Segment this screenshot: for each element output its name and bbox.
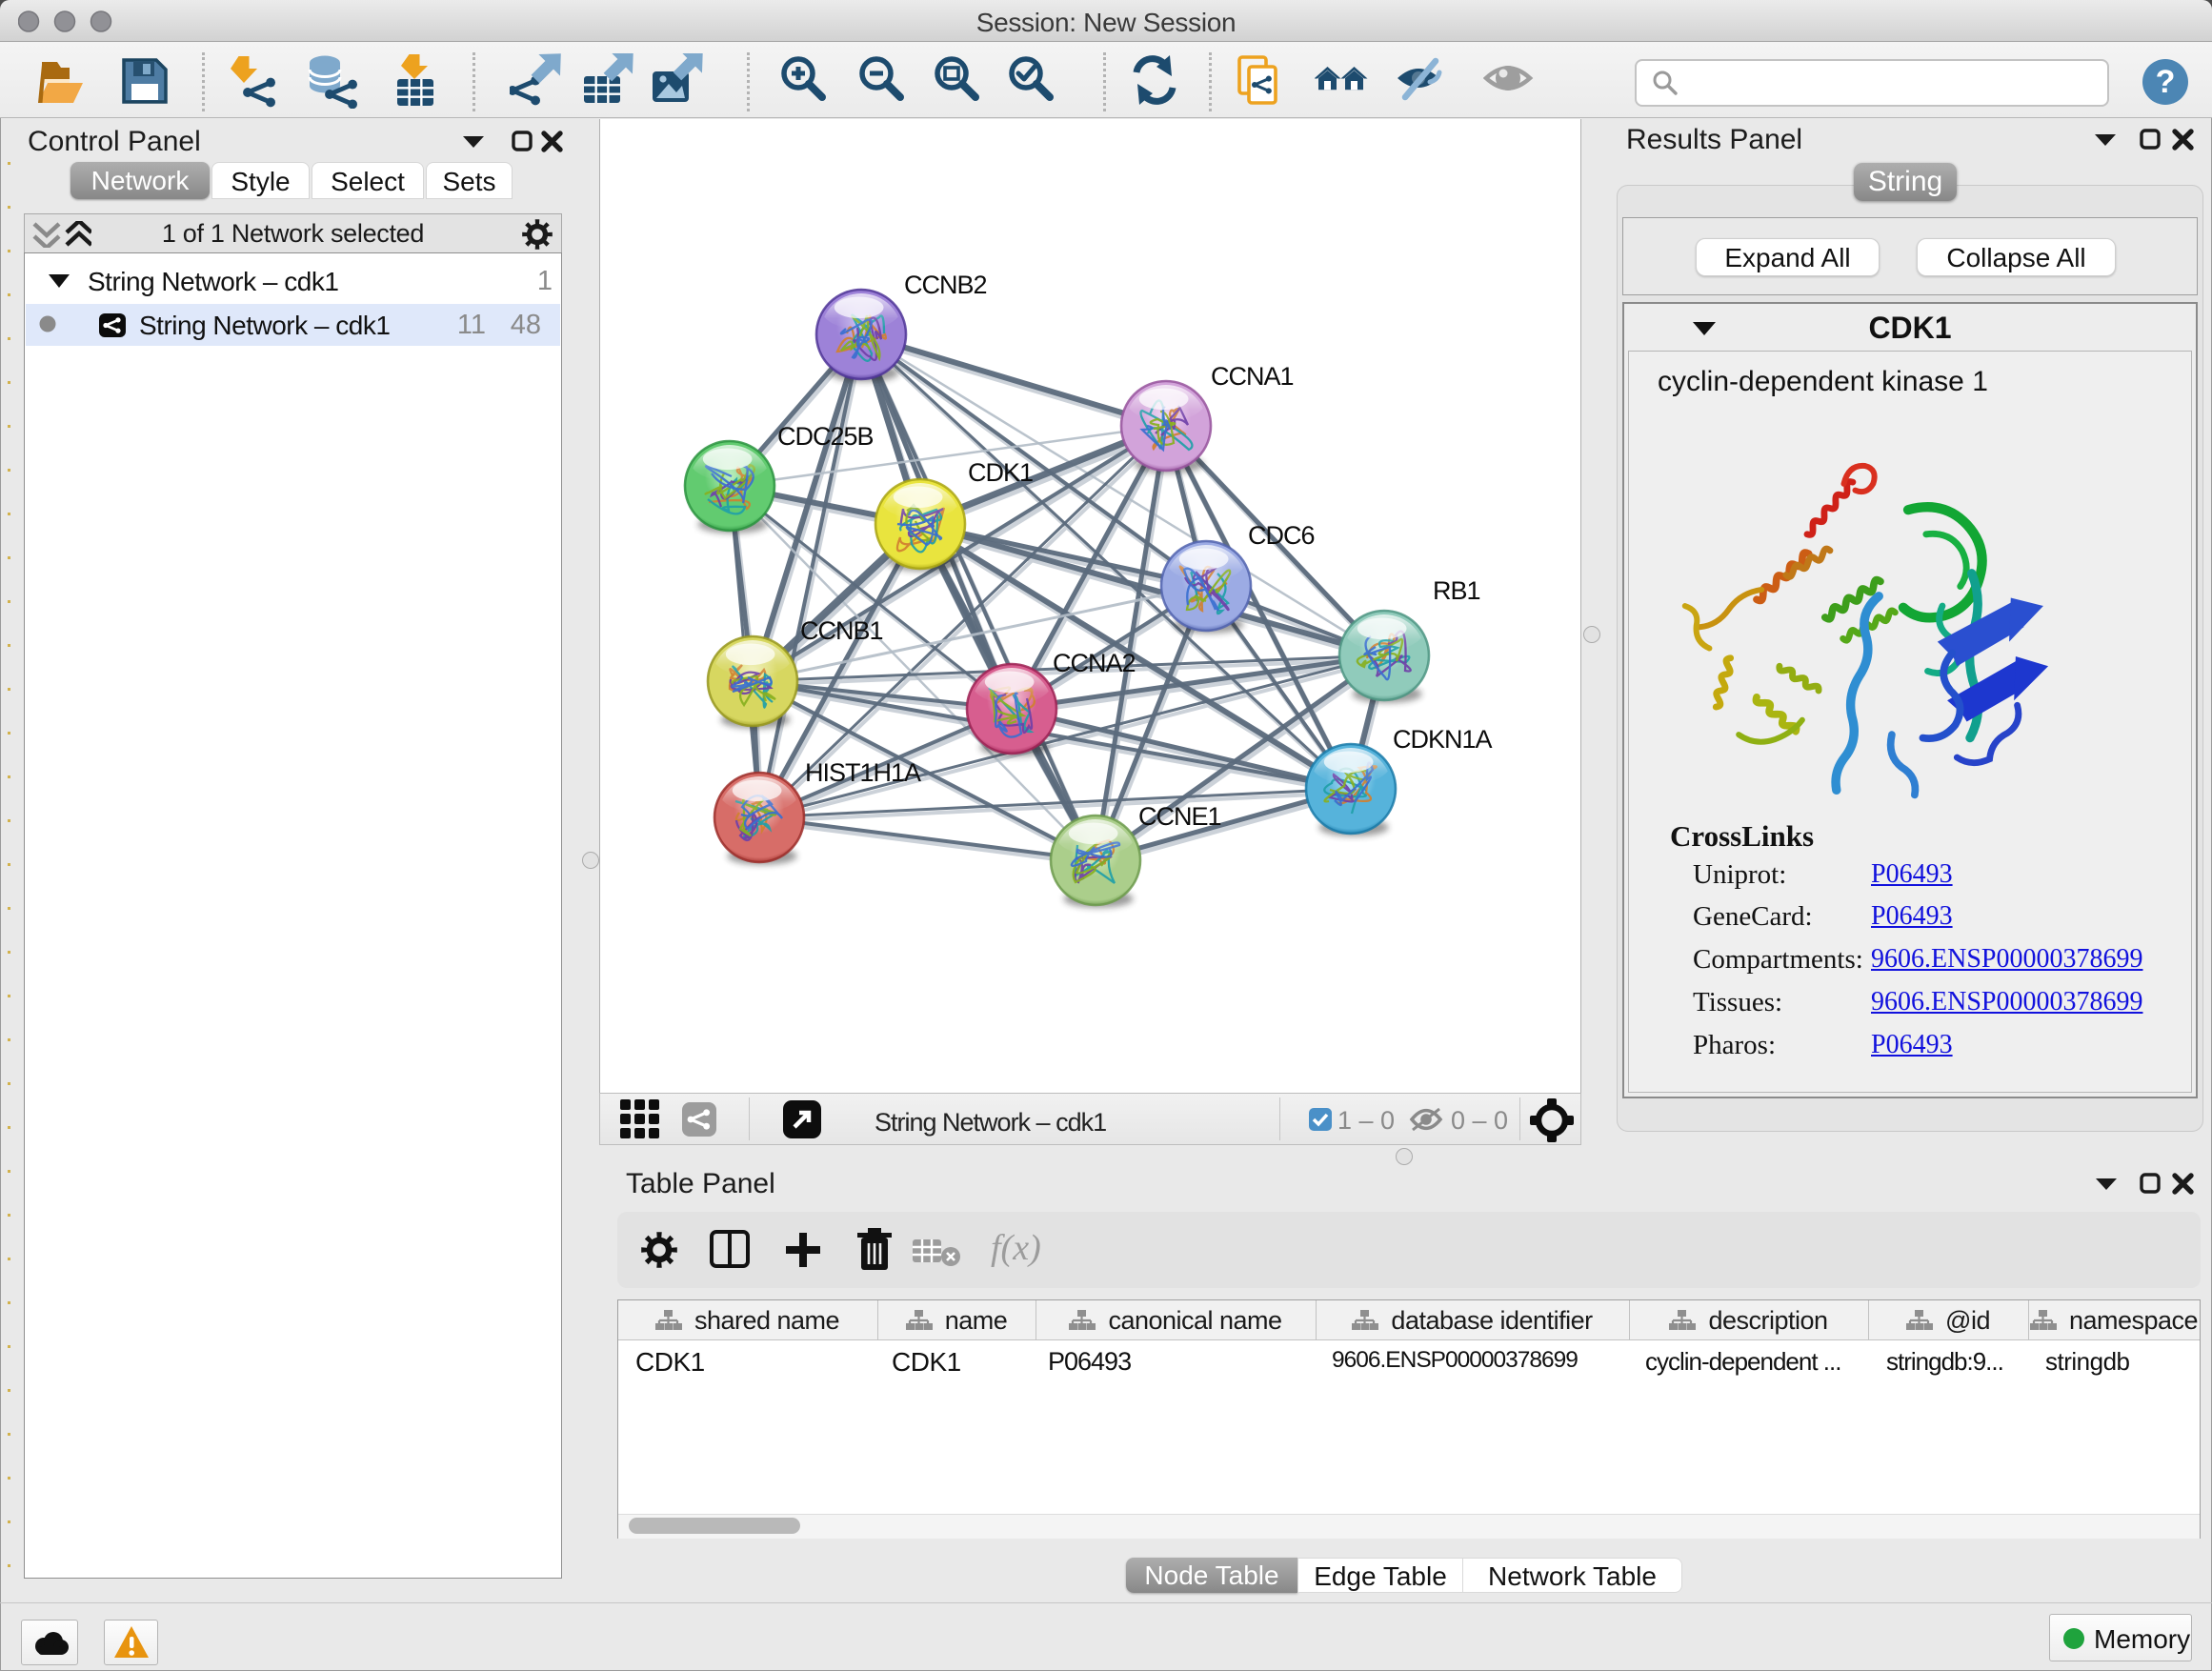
svg-text:?: ?	[2156, 64, 2176, 100]
svg-text:CCNB1: CCNB1	[800, 616, 883, 645]
svg-text:RB1: RB1	[1433, 576, 1480, 605]
svg-text:HIST1H1A: HIST1H1A	[805, 758, 921, 787]
svg-text:CDC25B: CDC25B	[777, 422, 874, 451]
svg-text:CCNB2: CCNB2	[904, 271, 987, 299]
svg-text:CCNE1: CCNE1	[1138, 802, 1221, 831]
svg-text:CDC6: CDC6	[1248, 521, 1315, 550]
svg-text:CCNA1: CCNA1	[1211, 362, 1294, 391]
svg-text:CCNA2: CCNA2	[1053, 649, 1136, 677]
svg-text:CDK1: CDK1	[968, 458, 1033, 487]
svg-text:CDKN1A: CDKN1A	[1393, 725, 1493, 754]
